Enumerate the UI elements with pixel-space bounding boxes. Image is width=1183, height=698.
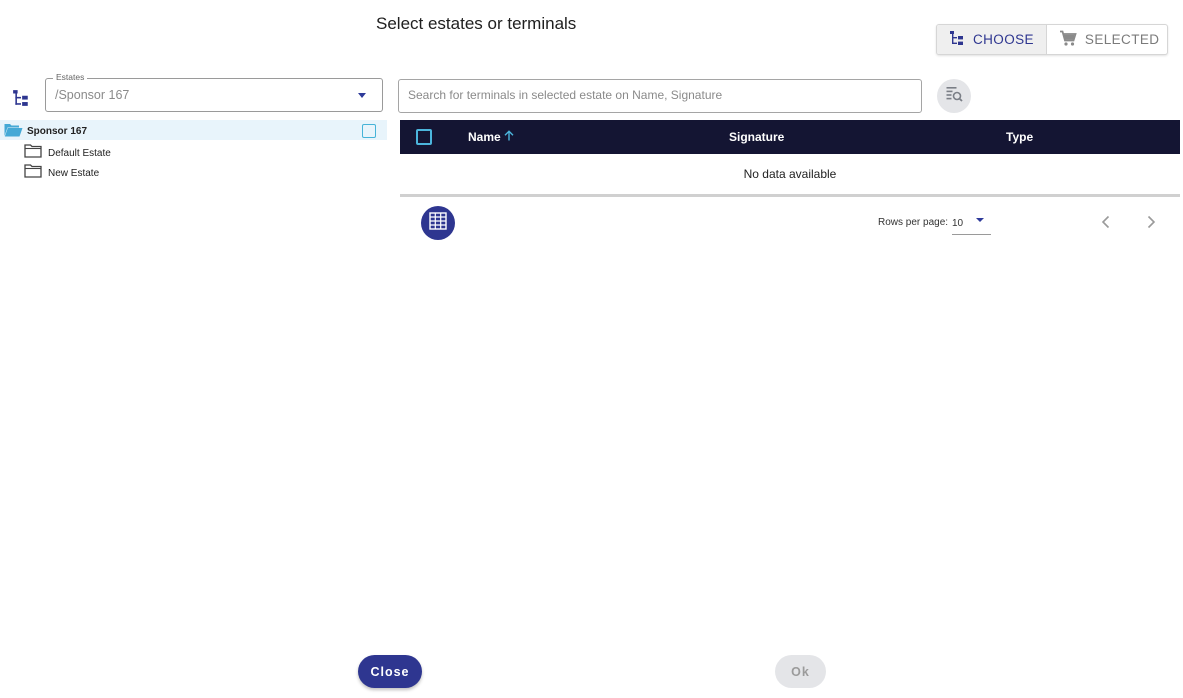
tree-root-checkbox[interactable] (362, 124, 376, 138)
selected-tab-button[interactable]: SELECTED (1047, 25, 1167, 54)
tree-root-item[interactable]: Sponsor 167 (0, 120, 387, 140)
tree-view-icon[interactable] (12, 89, 30, 107)
search-list-icon (945, 85, 963, 108)
ok-button[interactable]: Ok (775, 655, 826, 688)
rows-per-page-select[interactable]: 10 (952, 212, 991, 235)
rows-per-page-label: Rows per page: (878, 217, 949, 228)
cart-icon (1059, 30, 1077, 50)
chevron-right-icon (1145, 215, 1157, 233)
column-header-signature[interactable]: Signature (729, 130, 784, 144)
tree-icon (949, 30, 965, 49)
tree-item-label: Default Estate (48, 148, 111, 159)
selected-tab-label: SELECTED (1084, 32, 1160, 47)
chevron-left-icon (1100, 215, 1112, 233)
chevron-down-icon (976, 218, 984, 222)
search-field[interactable] (398, 79, 922, 113)
tree-item-default-estate[interactable]: Default Estate (24, 142, 324, 162)
previous-page-button[interactable] (1100, 215, 1112, 234)
estates-label: Estates (53, 72, 88, 82)
close-button[interactable]: Close (358, 655, 422, 688)
empty-table-message: No data available (743, 167, 837, 181)
tree-root-label: Sponsor 167 (27, 126, 88, 137)
table-divider (400, 194, 1180, 197)
estates-select[interactable]: Estates /Sponsor 167 (45, 72, 383, 112)
view-toggle-group: CHOOSE SELECTED (936, 24, 1168, 55)
choose-tab-label: CHOOSE (973, 32, 1034, 47)
rows-per-page-value: 10 (952, 218, 964, 229)
advanced-search-button[interactable] (937, 79, 971, 113)
column-header-label: Name (468, 130, 501, 144)
table-header: Name Signature Type (400, 120, 1180, 154)
chevron-down-icon (358, 93, 366, 98)
search-input[interactable] (408, 88, 908, 102)
column-header-type[interactable]: Type (1006, 130, 1033, 144)
column-settings-button[interactable] (421, 206, 455, 240)
choose-tab-button[interactable]: CHOOSE (937, 25, 1047, 54)
folder-icon (24, 144, 42, 163)
select-all-checkbox[interactable] (416, 129, 432, 145)
column-header-name[interactable]: Name (468, 130, 514, 144)
folder-icon (24, 164, 42, 183)
estates-value: /Sponsor 167 (55, 88, 130, 102)
tree-item-label: New Estate (48, 168, 100, 179)
next-page-button[interactable] (1145, 215, 1157, 234)
arrow-up-icon (504, 130, 514, 144)
view-columns-icon (429, 211, 447, 235)
dialog-title: Select estates or terminals (376, 14, 577, 33)
tree-item-new-estate[interactable]: New Estate (24, 162, 324, 182)
folder-open-icon (4, 123, 23, 142)
